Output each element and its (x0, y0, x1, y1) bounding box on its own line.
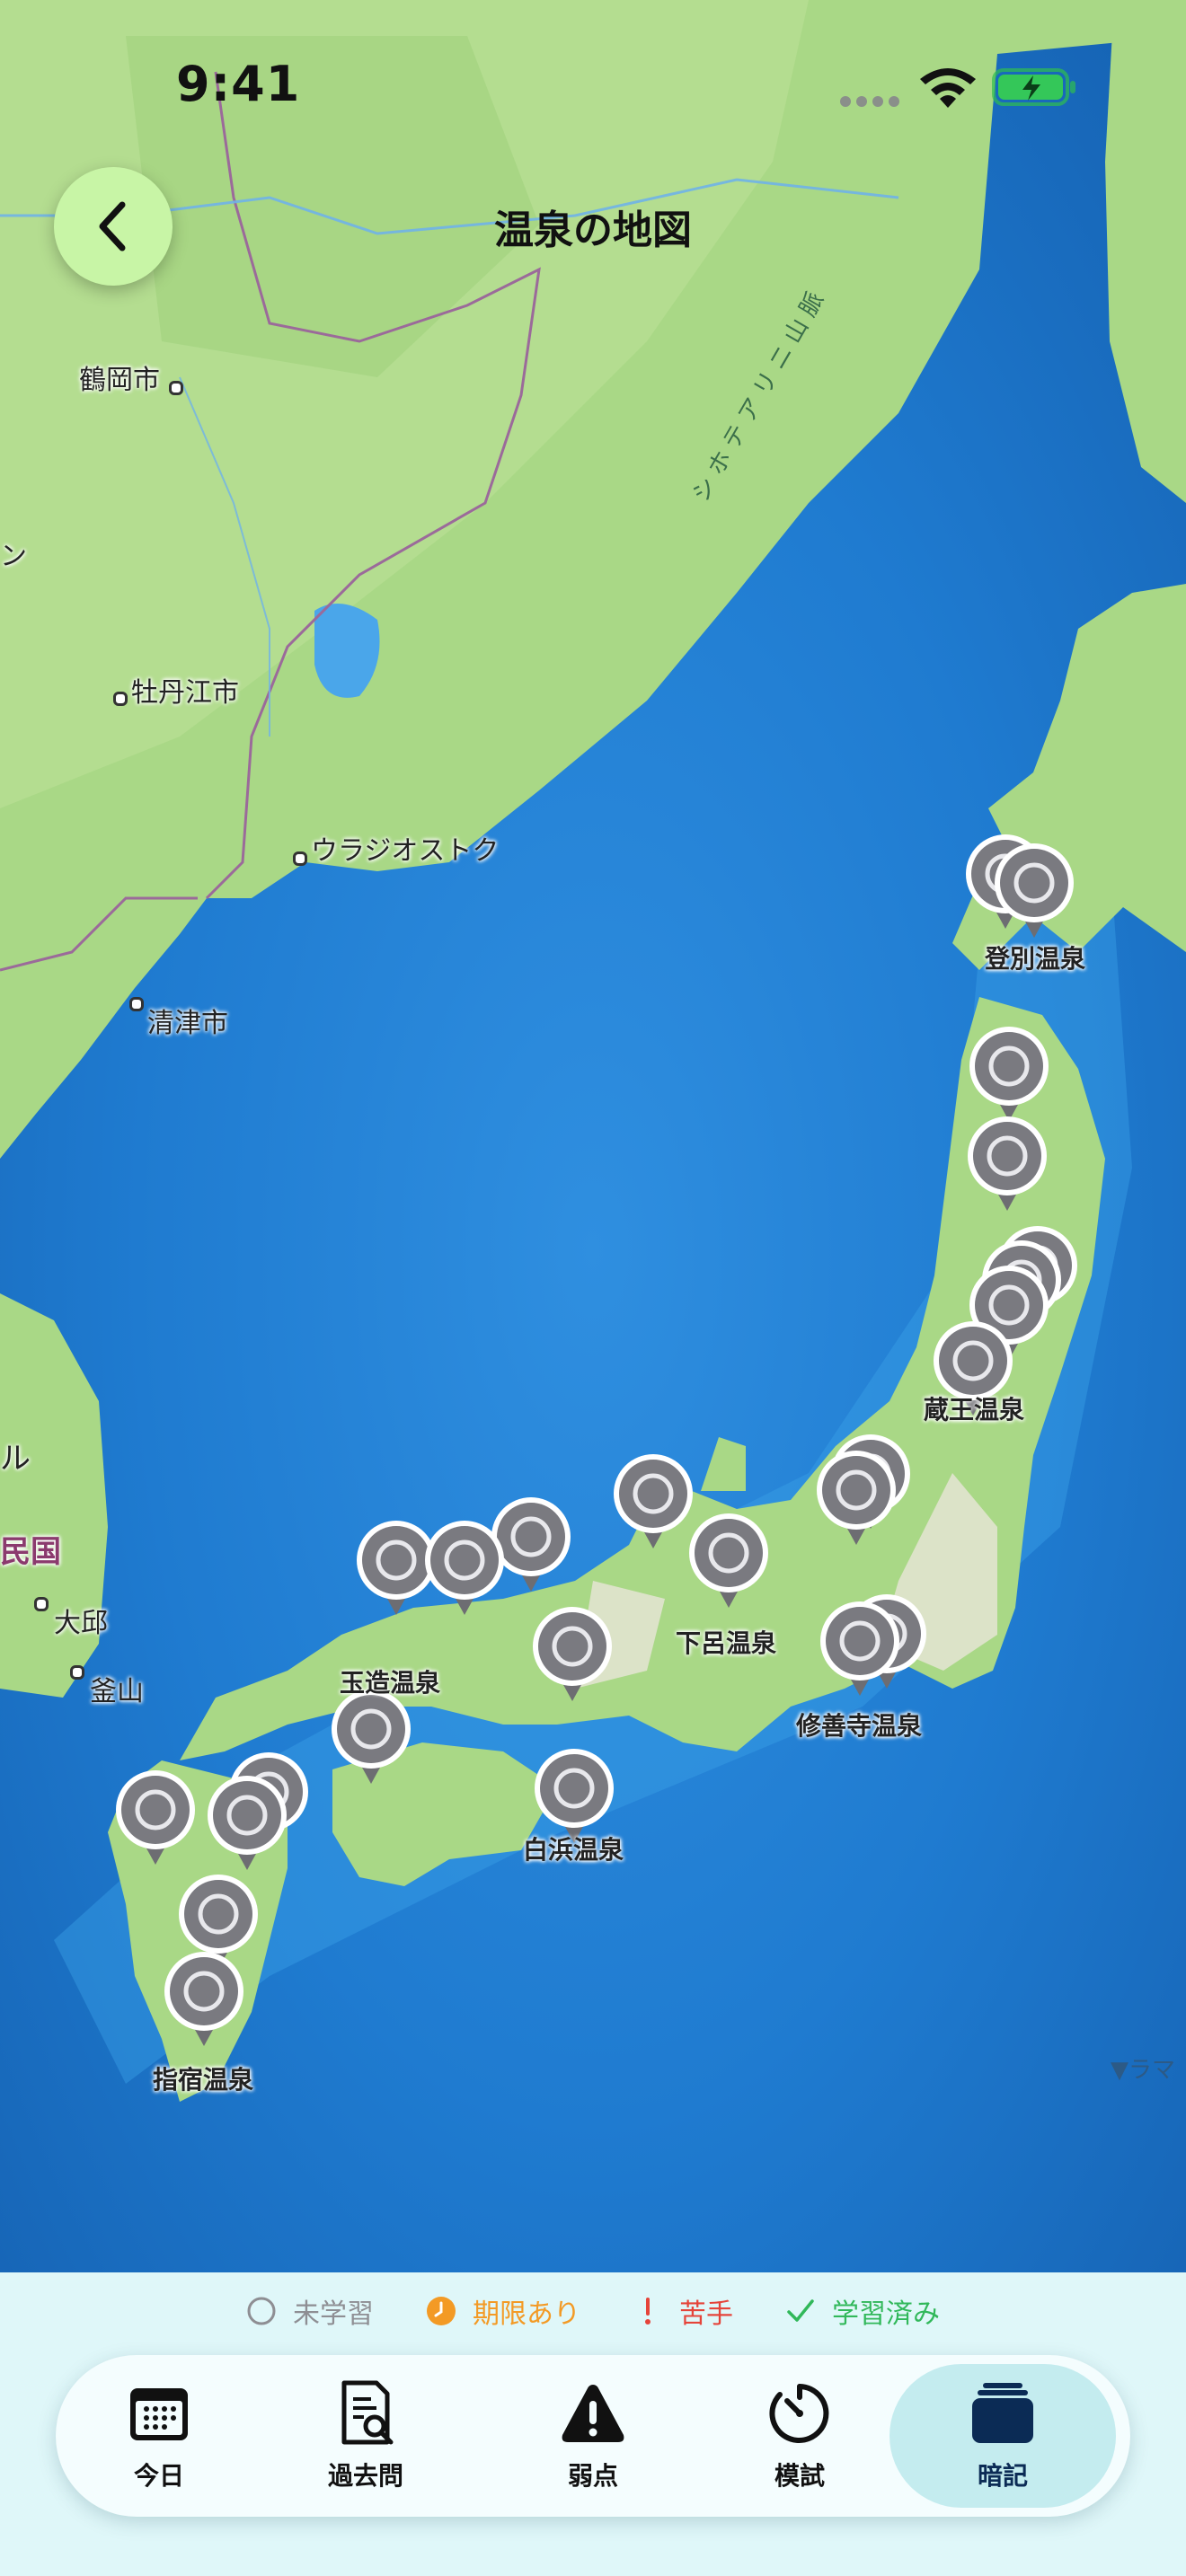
tab-label: 弱点 (567, 2461, 618, 2491)
place-dot (169, 381, 183, 395)
legend-item-due: 期限あり (426, 2291, 580, 2331)
onsen-pin[interactable] (329, 1687, 413, 1786)
place-dot (113, 692, 128, 706)
map-pin-icon (614, 1454, 693, 1548)
warning-icon (562, 2385, 624, 2442)
place-label-chongjin: 清津市 (147, 1008, 228, 1039)
map-fragment-label: ル (0, 1441, 31, 1477)
map-pin-icon (969, 1027, 1049, 1121)
place-label-vladivostok: ウラジオストク (311, 835, 500, 867)
tab-flashcards[interactable]: 暗記 (890, 2364, 1116, 2508)
onsen-pin[interactable] (530, 1604, 615, 1703)
tab-label: 暗記 (977, 2461, 1028, 2491)
map-pin-icon (817, 1451, 896, 1545)
legend-label: 未学習 (293, 2298, 374, 2330)
onsen-label-shuzenji[interactable]: 修善寺温泉 (796, 1707, 922, 1742)
page-title: 温泉の地図 (494, 207, 692, 253)
status-bar: 9:41 (0, 0, 1186, 171)
onsen-pin[interactable] (162, 1949, 246, 2048)
wifi-icon (920, 68, 976, 108)
calendar-icon (130, 2388, 188, 2440)
map-pin-icon (968, 1116, 1047, 1211)
chevron-left-icon (99, 201, 126, 251)
legend-item-learned: 学習済み (785, 2291, 940, 2331)
place-dot (293, 851, 307, 866)
tab-label: 模試 (774, 2461, 825, 2491)
place-dot (129, 997, 144, 1011)
map-pin-icon (116, 1770, 195, 1865)
onsen-pin[interactable] (814, 1448, 898, 1547)
onsen-pin[interactable] (422, 1518, 507, 1617)
onsen-pin[interactable] (965, 1114, 1049, 1213)
map-fragment-label: ▼ラマ (1111, 2057, 1175, 2084)
onsen-label-noboribetsu[interactable]: 登別温泉 (985, 940, 1085, 975)
back-button[interactable] (54, 167, 173, 286)
status-time: 9:41 (176, 56, 301, 112)
onsen-pin[interactable] (686, 1511, 771, 1610)
map-pin-icon (820, 1601, 899, 1696)
map-pin-icon (332, 1689, 411, 1784)
map-pin-icon (533, 1607, 612, 1701)
exclamation-icon (633, 2296, 663, 2326)
onsen-label-zao[interactable]: 蔵王温泉 (924, 1390, 1024, 1426)
onsen-pin[interactable] (205, 1773, 289, 1872)
tab-label: 過去問 (327, 2461, 403, 2491)
map-fragment-label: 民国 (0, 1534, 61, 1570)
map-pin-icon (689, 1513, 768, 1608)
onsen-pin[interactable] (967, 1024, 1051, 1123)
map-pin-icon (425, 1521, 504, 1615)
legend-item-unstudied: 未学習 (246, 2291, 374, 2331)
cellular-signal-icon (840, 93, 912, 107)
status-legend: 未学習 期限あり 苦手 学習済み (0, 2289, 1186, 2333)
legend-item-weak: 苦手 (633, 2291, 733, 2331)
tab-weak-points[interactable]: 弱点 (490, 2364, 696, 2508)
onsen-label-gero[interactable]: 下呂温泉 (676, 1624, 776, 1660)
map-pin-icon (208, 1776, 287, 1870)
legend-label: 苦手 (679, 2298, 733, 2330)
clock-icon (426, 2296, 456, 2326)
onsen-pin[interactable] (113, 1768, 198, 1866)
onsen-pin[interactable] (992, 841, 1076, 940)
timer-icon (769, 2384, 829, 2443)
map-pin-icon (995, 843, 1074, 938)
legend-label: 期限あり (473, 2298, 580, 2330)
onsen-pin[interactable] (611, 1451, 695, 1550)
onsen-label-shirahama[interactable]: 白浜温泉 (523, 1831, 624, 1866)
card-stack-icon (972, 2383, 1033, 2443)
map-fragment-label: ン (0, 541, 27, 572)
place-label-tsuruoka: 鶴岡市 (79, 365, 160, 396)
tab-today[interactable]: 今日 (56, 2364, 262, 2508)
tab-mock-exam[interactable]: 模試 (696, 2364, 903, 2508)
onsen-label-tamatsukuri[interactable]: 玉造温泉 (340, 1663, 440, 1699)
place-dot (34, 1597, 49, 1611)
legend-label: 学習済み (832, 2298, 940, 2330)
place-label-daegu: 大邱 (54, 1608, 108, 1639)
tab-bar: 今日 過去問 弱点 模試 暗記 (56, 2355, 1130, 2517)
place-label-mudanjiang: 牡丹江市 (131, 677, 239, 709)
document-search-icon (341, 2380, 394, 2445)
checkmark-icon (785, 2296, 816, 2326)
tab-label: 今日 (133, 2461, 184, 2491)
tab-past-exams[interactable]: 過去問 (262, 2364, 469, 2508)
place-dot (70, 1665, 84, 1680)
onsen-pin[interactable] (818, 1599, 902, 1698)
empty-circle-icon (246, 2296, 277, 2326)
battery-icon (992, 68, 1075, 106)
onsen-label-ibusuki[interactable]: 指宿温泉 (153, 2060, 253, 2096)
place-label-busan: 釜山 (90, 1676, 144, 1707)
map-pin-icon (164, 1952, 243, 2046)
